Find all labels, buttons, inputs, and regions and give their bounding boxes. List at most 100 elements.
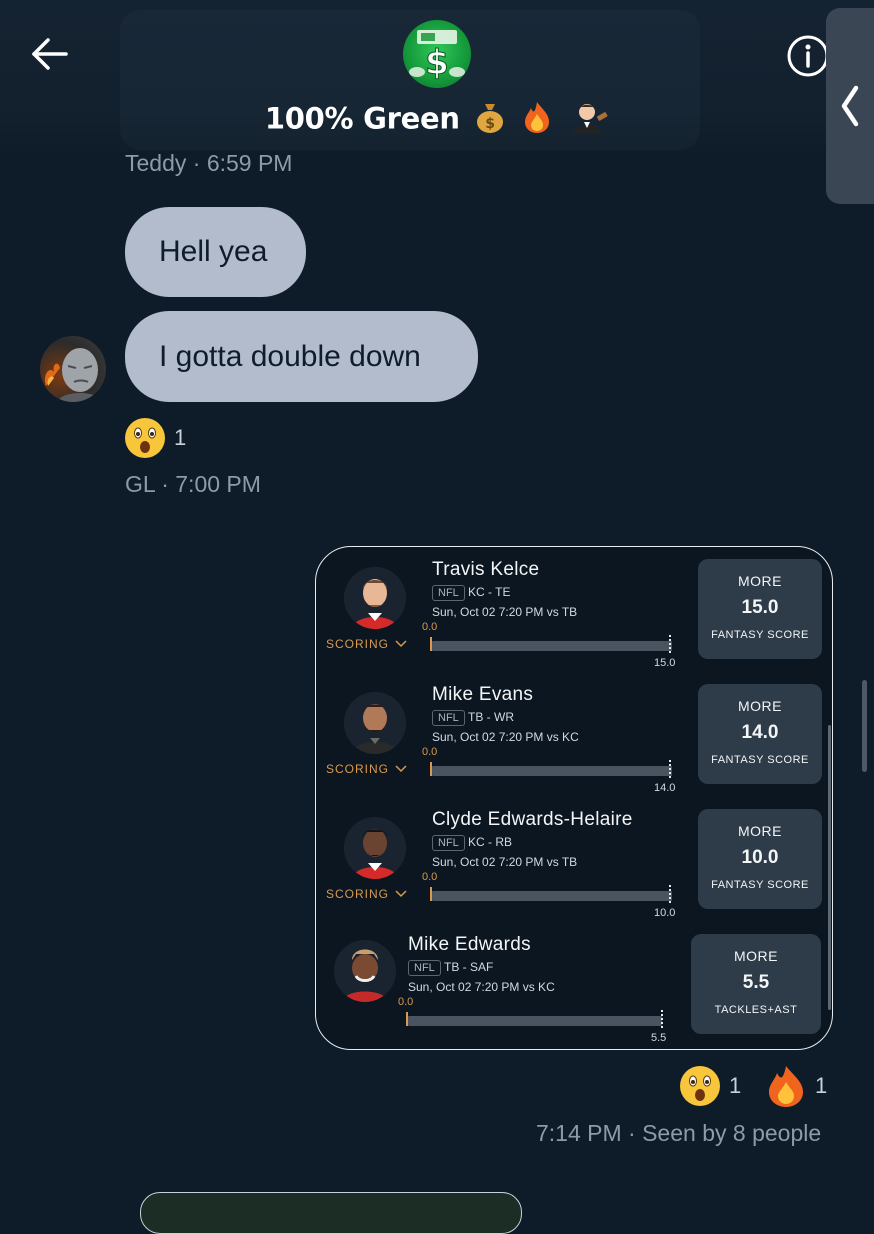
message-text: Hell yea: [159, 235, 268, 268]
progress-end-label: 10.0: [654, 907, 676, 919]
player-name: Mike Evans: [432, 684, 534, 705]
progress-target-mark: [669, 885, 671, 903]
reaction-astonished[interactable]: 1: [679, 1065, 741, 1107]
chevron-left-icon: [841, 85, 859, 127]
money-bag-icon: $: [475, 100, 505, 141]
sender-name: GL: [125, 471, 155, 497]
scoring-label: SCORING: [326, 762, 390, 776]
scoring-label: SCORING: [326, 887, 390, 901]
sender-name: Teddy: [125, 150, 187, 176]
game-time: Sun, Oct 02 7:20 PM vs TB: [432, 605, 578, 619]
more-button[interactable]: MORE 15.0 FANTASY SCORE: [698, 559, 822, 659]
line-value: 15.0: [741, 597, 779, 618]
league-badge: NFL: [432, 835, 465, 851]
avatar[interactable]: [40, 336, 106, 402]
player-name: Clyde Edwards-Helaire: [432, 809, 633, 830]
message-time: 7:14 PM: [536, 1120, 622, 1146]
fire-icon: [769, 1066, 803, 1107]
stat-type: TACKLES+AST: [714, 1004, 798, 1016]
astonished-face-icon: [125, 418, 165, 458]
message-meta: Teddy · 6:59 PM: [125, 150, 292, 177]
message-reaction[interactable]: 1: [124, 417, 186, 459]
pick-row[interactable]: Travis Kelce NFL KC - TE Sun, Oct 02 7:2…: [316, 557, 832, 677]
team-position: TB - SAF: [444, 960, 494, 974]
more-label: MORE: [738, 823, 782, 839]
progress-target-mark: [669, 760, 671, 778]
reaction-count: 1: [729, 1073, 742, 1098]
scoring-toggle[interactable]: SCORING: [326, 887, 407, 901]
progress-bar: [432, 641, 672, 651]
progress-start-label: 0.0: [422, 621, 438, 633]
back-arrow-icon[interactable]: [28, 34, 72, 74]
more-button[interactable]: MORE 14.0 FANTASY SCORE: [698, 684, 822, 784]
progress-bar: [432, 766, 672, 776]
reaction-fire[interactable]: 1: [765, 1064, 827, 1108]
group-title-text: 100% Green: [264, 101, 460, 136]
group-avatar[interactable]: $: [403, 20, 471, 88]
more-label: MORE: [734, 948, 778, 964]
man-judge-icon: [569, 100, 609, 141]
next-message-preview[interactable]: [140, 1192, 522, 1234]
league-badge: NFL: [432, 710, 465, 726]
team-position: KC - TE: [468, 585, 511, 599]
more-label: MORE: [738, 698, 782, 714]
progress-start-label: 0.0: [398, 996, 414, 1008]
line-value: 14.0: [741, 722, 779, 743]
reaction-count: 1: [815, 1073, 828, 1098]
game-time: Sun, Oct 02 7:20 PM vs TB: [432, 855, 578, 869]
progress-start-label: 0.0: [422, 871, 438, 883]
card-scrollbar[interactable]: [828, 725, 831, 1010]
line-value: 10.0: [741, 847, 779, 868]
picks-card[interactable]: Travis Kelce NFL KC - TE Sun, Oct 02 7:2…: [315, 546, 833, 1050]
more-button[interactable]: MORE 10.0 FANTASY SCORE: [698, 809, 822, 909]
info-icon[interactable]: [786, 34, 830, 78]
game-time: Sun, Oct 02 7:20 PM vs KC: [408, 980, 555, 994]
pick-row[interactable]: Mike Edwards NFL TB - SAF Sun, Oct 02 7:…: [316, 932, 832, 1049]
progress-bar: [408, 1016, 662, 1026]
pick-row[interactable]: Mike Evans NFL TB - WR Sun, Oct 02 7:20 …: [316, 682, 832, 802]
group-title[interactable]: 100% Green $: [0, 100, 874, 141]
fire-icon: [521, 100, 553, 141]
player-headshot: [344, 817, 406, 879]
league-badge: NFL: [432, 585, 465, 601]
player-name: Mike Edwards: [408, 934, 531, 955]
progress-target-mark: [661, 1010, 663, 1028]
progress-start-label: 0.0: [422, 746, 438, 758]
progress-target-mark: [669, 635, 671, 653]
more-label: MORE: [738, 573, 782, 589]
chevron-down-icon: [395, 890, 407, 898]
message-meta: GL · 7:00 PM: [125, 471, 261, 498]
page-scrollbar[interactable]: [862, 680, 867, 772]
stat-type: FANTASY SCORE: [711, 754, 809, 766]
svg-text:$: $: [425, 43, 449, 83]
stat-type: FANTASY SCORE: [711, 879, 809, 891]
astonished-face-icon: [680, 1066, 720, 1106]
progress-end-label: 5.5: [651, 1032, 667, 1044]
message-time: · 6:59 PM: [192, 150, 293, 176]
chevron-down-icon: [395, 765, 407, 773]
league-badge: NFL: [408, 960, 441, 976]
pick-row[interactable]: Clyde Edwards-Helaire NFL KC - RB Sun, O…: [316, 807, 832, 927]
progress-end-label: 14.0: [654, 782, 676, 794]
player-headshot: [344, 567, 406, 629]
team-position: TB - WR: [468, 710, 514, 724]
reaction-count: 1: [174, 425, 187, 450]
message-bubble[interactable]: I gotta double down: [125, 311, 478, 402]
player-headshot: [344, 692, 406, 754]
scoring-toggle[interactable]: SCORING: [326, 637, 407, 651]
message-bubble[interactable]: Hell yea: [125, 207, 306, 297]
chevron-down-icon: [395, 640, 407, 648]
player-headshot: [334, 940, 396, 1002]
more-button[interactable]: MORE 5.5 TACKLES+AST: [691, 934, 821, 1034]
side-panel-tab[interactable]: [826, 8, 874, 204]
progress-end-label: 15.0: [654, 657, 676, 669]
team-position: KC - RB: [468, 835, 513, 849]
seen-status[interactable]: · Seen by 8 people: [628, 1120, 821, 1146]
message-time: · 7:00 PM: [161, 471, 261, 497]
stat-type: FANTASY SCORE: [711, 629, 809, 641]
scoring-toggle[interactable]: SCORING: [326, 762, 407, 776]
message-meta: 7:14 PM · Seen by 8 people: [536, 1120, 821, 1147]
message-text: I gotta double down: [159, 339, 421, 373]
player-name: Travis Kelce: [432, 559, 540, 580]
svg-text:$: $: [486, 116, 495, 132]
